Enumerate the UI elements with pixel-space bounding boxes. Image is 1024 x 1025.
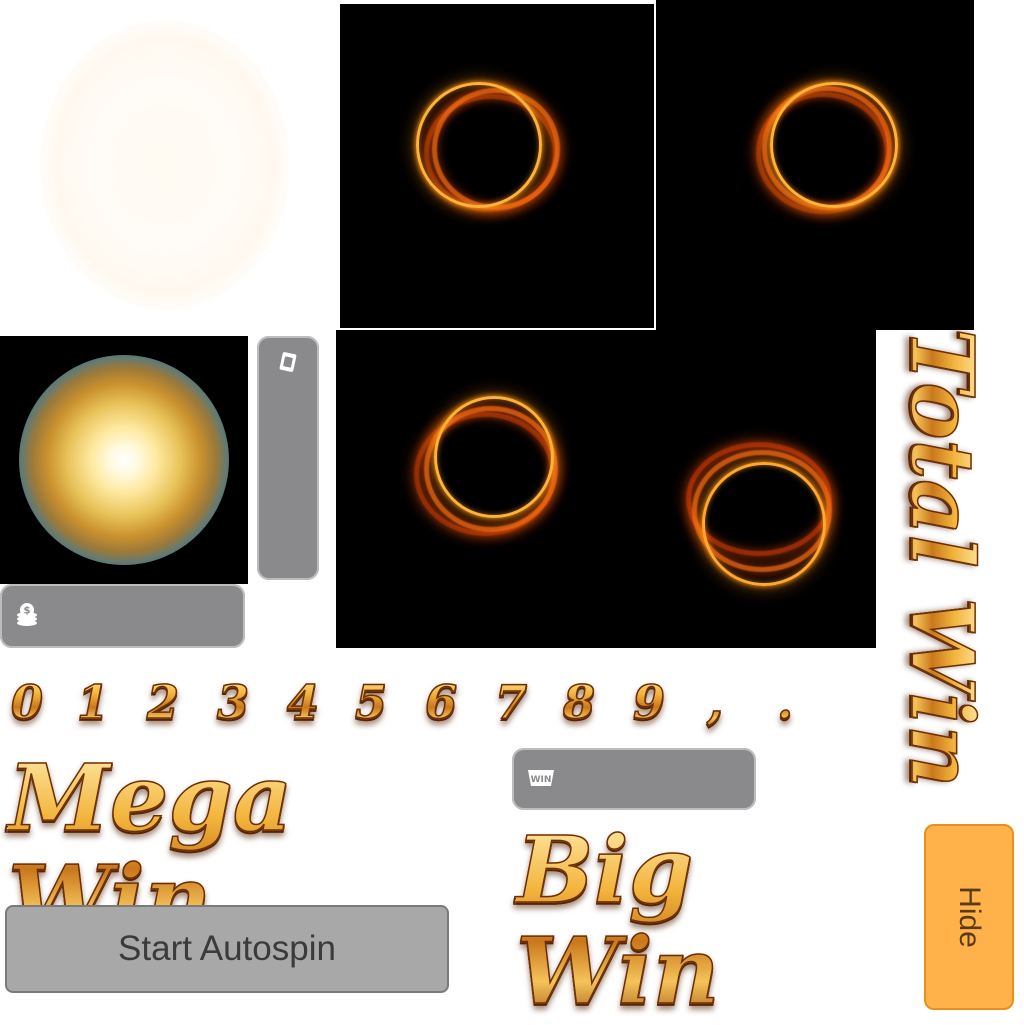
hide-button-label: Hide — [952, 886, 986, 948]
sunburst-sprite — [0, 336, 248, 584]
svg-text:$: $ — [24, 606, 31, 617]
win-panel: WIN — [512, 748, 756, 810]
ring-frame-4 — [606, 330, 876, 648]
digit-glyph: . — [760, 674, 810, 730]
ring-frame-2 — [656, 0, 974, 330]
vertical-panel — [257, 336, 319, 580]
digit-glyph: 4 — [278, 674, 328, 730]
faint-glow-sprite — [40, 20, 290, 310]
win-badge-icon: WIN — [524, 764, 558, 792]
ring-frame-3 — [336, 330, 606, 648]
card-icon — [276, 350, 300, 374]
digit-glyph: 1 — [68, 674, 118, 730]
coin-stack-icon: $ — [12, 600, 42, 630]
big-win-title: Big Win — [515, 819, 916, 1023]
ring-frame-1 — [338, 2, 656, 330]
hide-button[interactable]: Hide — [924, 824, 1014, 1010]
svg-text:WIN: WIN — [531, 775, 552, 785]
coin-panel: $ — [0, 584, 245, 648]
digit-glyph: 5 — [346, 674, 396, 730]
digit-glyph: 2 — [138, 674, 188, 730]
digit-glyph: 6 — [416, 674, 466, 730]
digit-glyph: 3 — [208, 674, 258, 730]
digit-glyph: 7 — [486, 674, 536, 730]
digit-glyph: , — [690, 674, 740, 730]
start-autospin-button[interactable]: Start Autospin — [5, 905, 449, 993]
digit-glyph: 9 — [624, 674, 674, 730]
total-win-title: Total Win — [890, 323, 993, 793]
total-win-title-wrap: Total Win — [876, 327, 1006, 810]
digit-glyph: 0 — [2, 674, 52, 730]
digit-glyph: 8 — [554, 674, 604, 730]
